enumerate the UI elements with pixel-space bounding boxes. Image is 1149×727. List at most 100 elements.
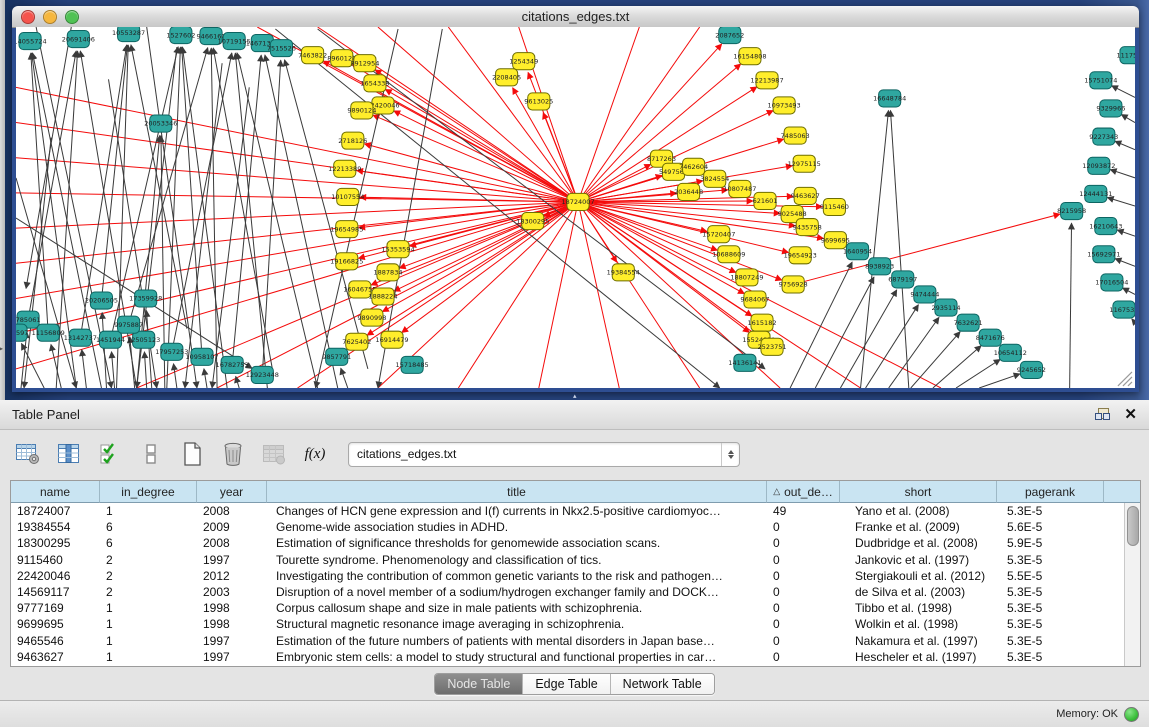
network-node[interactable]: 8215958 <box>1057 202 1086 219</box>
cell-pagerank[interactable]: 5.3E-5 <box>997 585 1104 599</box>
cell-pagerank[interactable]: 5.5E-5 <box>997 569 1104 583</box>
network-node[interactable]: 10553287 <box>112 27 145 42</box>
network-node[interactable]: 1654338 <box>360 75 389 92</box>
tab-edge-table[interactable]: Edge Table <box>523 674 610 694</box>
network-node[interactable]: 12444131 <box>1079 185 1112 202</box>
cell-year[interactable]: 1997 <box>197 650 267 664</box>
cell-year[interactable]: 2003 <box>197 585 267 599</box>
cell-name[interactable]: 9699695 <box>11 617 100 631</box>
cell-short[interactable]: Nakamura et al. (1997) <box>840 634 997 648</box>
network-node[interactable]: 7462604 <box>679 158 708 175</box>
network-node[interactable]: 10654112 <box>994 344 1027 361</box>
cell-name[interactable]: 14569117 <box>11 585 100 599</box>
cell-short[interactable]: Hescheler et al. (1997) <box>840 650 997 664</box>
network-node[interactable]: 2036448 <box>674 183 703 200</box>
network-node[interactable]: 1887834 <box>373 264 402 281</box>
cell-short[interactable]: Stergiakouli et al. (2012) <box>840 569 997 583</box>
network-node[interactable]: 9245652 <box>1017 361 1046 378</box>
cell-title[interactable]: Embryonic stem cells: a model to study s… <box>267 650 767 664</box>
network-node[interactable]: 15353594 <box>381 241 414 258</box>
network-node[interactable]: 14136141 <box>728 354 761 371</box>
import-table-icon[interactable] <box>260 440 288 468</box>
tab-network-table[interactable]: Network Table <box>611 674 714 694</box>
cell-name[interactable]: 9463627 <box>11 650 100 664</box>
cell-in_degree[interactable]: 1 <box>100 650 197 664</box>
cell-name[interactable]: 19384554 <box>11 520 100 534</box>
cell-pagerank[interactable]: 5.3E-5 <box>997 617 1104 631</box>
network-node[interactable]: 10958107 <box>185 348 218 365</box>
table-row[interactable]: 1938455462009Genome-wide association stu… <box>11 519 1125 535</box>
cell-name[interactable]: 22420046 <box>11 569 100 583</box>
table-scrollbar[interactable] <box>1124 503 1140 666</box>
column-header-name[interactable]: name <box>11 481 100 503</box>
network-node[interactable]: 7463822 <box>298 47 327 64</box>
network-node[interactable]: 1640954 <box>843 243 872 260</box>
cell-title[interactable]: Estimation of the future numbers of pati… <box>267 634 767 648</box>
network-node[interactable]: 12975115 <box>788 155 821 172</box>
network-node[interactable]: 8912954 <box>350 55 379 72</box>
deselect-all-icon[interactable] <box>137 440 165 468</box>
cell-pagerank[interactable]: 5.3E-5 <box>997 650 1104 664</box>
cell-title[interactable]: Tourette syndrome. Phenomenology and cla… <box>267 553 767 567</box>
network-node[interactable]: 9975887 <box>114 316 143 333</box>
network-node[interactable]: 12093872 <box>1082 157 1115 174</box>
cell-out_de[interactable]: 0 <box>767 650 840 664</box>
network-node[interactable]: 7625402 <box>342 333 371 350</box>
cell-year[interactable]: 2009 <box>197 520 267 534</box>
cell-in_degree[interactable]: 1 <box>100 617 197 631</box>
dock-collapse-arrow-icon[interactable]: ▸ <box>0 344 3 353</box>
cell-title[interactable]: Corpus callosum shape and size in male p… <box>267 601 767 615</box>
network-node[interactable]: 2935114 <box>931 299 960 316</box>
table-selector-combo[interactable]: citations_edges.txt <box>348 442 740 467</box>
table-row[interactable]: 946362711997Embryonic stem cells: a mode… <box>11 649 1125 665</box>
network-node[interactable]: 9890998 <box>357 309 386 326</box>
column-header-pagerank[interactable]: pagerank <box>997 481 1104 503</box>
cell-name[interactable]: 9465546 <box>11 634 100 648</box>
close-window-icon[interactable] <box>21 10 35 24</box>
table-scrollbar-thumb[interactable] <box>1127 506 1139 546</box>
cell-title[interactable]: Estimation of significance thresholds fo… <box>267 536 767 550</box>
column-header-in_degree[interactable]: in_degree <box>100 481 197 503</box>
cell-out_de[interactable]: 0 <box>767 536 840 550</box>
select-column-icon[interactable] <box>55 440 83 468</box>
cell-short[interactable]: de Silva et al. (2003) <box>840 585 997 599</box>
network-node[interactable]: 17957253 <box>155 343 188 360</box>
table-row[interactable]: 911546021997Tourette syndrome. Phenomeno… <box>11 552 1125 568</box>
network-node[interactable]: 12213389 <box>328 160 361 177</box>
network-node[interactable]: 391597 <box>16 324 28 341</box>
network-node[interactable]: 19384554 <box>607 264 640 281</box>
cell-out_de[interactable]: 0 <box>767 601 840 615</box>
table-row[interactable]: 1872400712008Changes of HCN gene express… <box>11 503 1125 519</box>
cell-name[interactable]: 18724007 <box>11 504 100 518</box>
network-node[interactable]: 1117534 <box>1116 47 1135 64</box>
network-node[interactable]: 20053346 <box>144 115 177 132</box>
cell-in_degree[interactable]: 2 <box>100 553 197 567</box>
network-node[interactable]: 9329966 <box>1096 100 1125 117</box>
network-node[interactable]: 1888224 <box>368 288 397 305</box>
cell-title[interactable]: Disruption of a novel member of a sodium… <box>267 585 767 599</box>
network-node[interactable]: 2087652 <box>715 27 744 44</box>
network-node[interactable]: 14055724 <box>16 33 47 50</box>
cell-short[interactable]: Wolkin et al. (1998) <box>840 617 997 631</box>
network-node[interactable]: 15720407 <box>702 226 735 243</box>
cell-year[interactable]: 1998 <box>197 617 267 631</box>
network-node[interactable]: 9857791 <box>322 348 351 365</box>
column-header-short[interactable]: short <box>840 481 997 503</box>
network-node[interactable]: 9699695 <box>821 232 850 249</box>
network-node[interactable]: 7632621 <box>954 314 983 331</box>
network-node[interactable]: 1254349 <box>509 53 538 70</box>
cell-title[interactable]: Structural magnetic resonance image aver… <box>267 617 767 631</box>
network-canvas[interactable]: 1872400718300295193845541254349220840596… <box>16 27 1135 388</box>
network-node[interactable]: 20206505 <box>85 292 118 309</box>
network-node[interactable]: 15718485 <box>396 356 429 373</box>
network-node[interactable]: 20691406 <box>62 31 95 48</box>
select-all-icon[interactable] <box>96 440 124 468</box>
network-node[interactable]: 8938923 <box>865 258 894 275</box>
cell-pagerank[interactable]: 5.3E-5 <box>997 601 1104 615</box>
table-row[interactable]: 2242004622012Investigating the contribut… <box>11 568 1125 584</box>
cell-short[interactable]: Franke et al. (2009) <box>840 520 997 534</box>
cell-title[interactable]: Investigating the contribution of common… <box>267 569 767 583</box>
network-node[interactable]: 1527602 <box>166 27 195 44</box>
cell-short[interactable]: Jankovic et al. (1997) <box>840 553 997 567</box>
cell-year[interactable]: 1998 <box>197 601 267 615</box>
